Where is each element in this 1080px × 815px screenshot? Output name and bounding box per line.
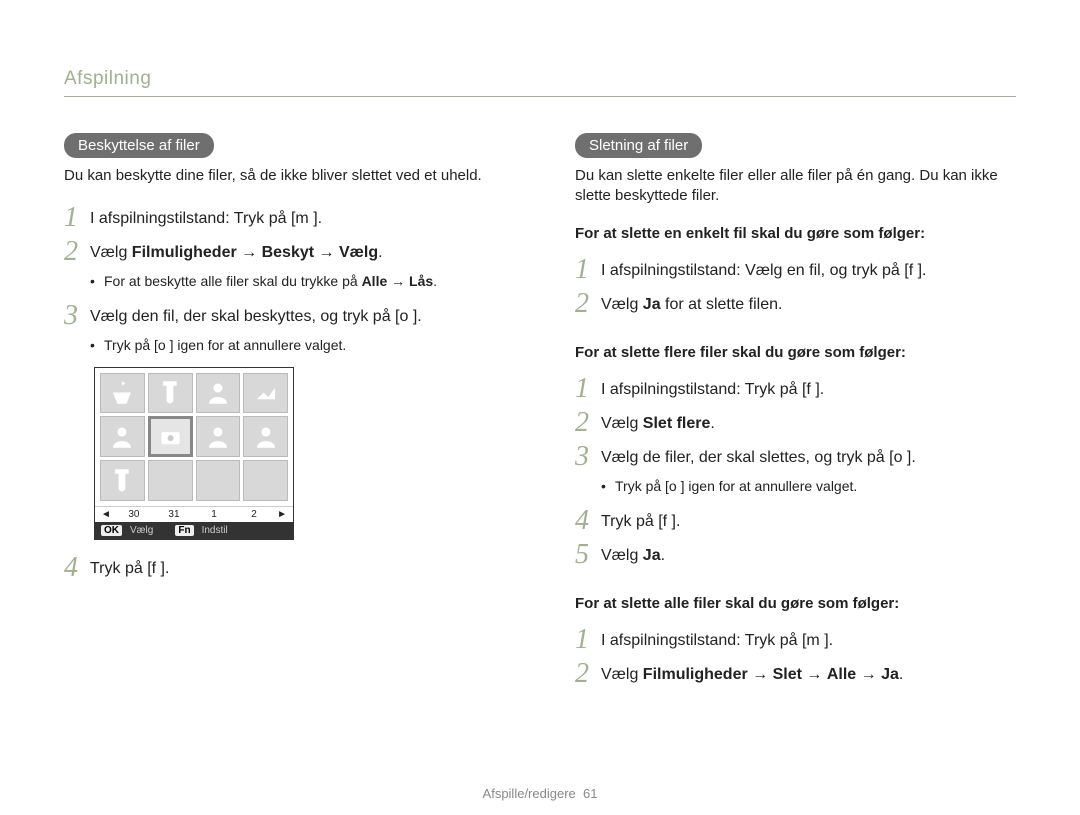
step-text: Vælg Ja. (601, 541, 665, 567)
right-b3-bullet: Tryk på [o ] igen for at annullere valge… (615, 477, 1016, 495)
step-number: 1 (575, 256, 601, 284)
step-number: 4 (575, 507, 601, 535)
ok-label: Vælg (130, 525, 153, 536)
thumb (196, 416, 241, 457)
nav-prev-icon: ◄ (101, 509, 111, 520)
step-number: 2 (575, 409, 601, 437)
step-text: Vælg Filmuligheder → Slet → Alle → Ja. (601, 660, 903, 686)
page-footer: Afspille/redigere 61 (0, 786, 1080, 801)
step-number: 1 (575, 375, 601, 403)
step-text: Tryk på [f ]. (601, 507, 680, 533)
right-b3: 3 Vælg de filer, der skal slettes, og tr… (575, 443, 1016, 471)
step-text: I afspilningstilstand: Tryk på [m ]. (601, 626, 833, 652)
step-text: Vælg de filer, der skal slettes, og tryk… (601, 443, 916, 469)
step-text: I afspilningstilstand: Tryk på [f ]. (601, 375, 824, 401)
thumb (243, 373, 288, 414)
thumb (243, 416, 288, 457)
date: 2 (237, 509, 271, 520)
step-text: Vælg Filmuligheder → Beskyt → Vælg. (90, 238, 383, 264)
nav-next-icon: ► (277, 509, 287, 520)
step-number: 2 (575, 290, 601, 318)
step-text: Tryk på [f ]. (90, 554, 169, 580)
fn-row: OK Vælg Fn Indstil (95, 522, 293, 539)
step-text: I afspilningstilstand: Vælg en fil, og t… (601, 256, 927, 282)
step-number: 1 (64, 204, 90, 232)
thumb (243, 460, 288, 501)
sub-delete-multiple: For at slette flere filer skal du gøre s… (575, 344, 1016, 361)
right-c1: 1 I afspilningstilstand: Tryk på [m ]. (575, 626, 1016, 654)
right-b1: 1 I afspilningstilstand: Tryk på [f ]. (575, 375, 1016, 403)
page-header: Afspilning (64, 68, 1016, 97)
right-c2: 2 Vælg Filmuligheder → Slet → Alle → Ja. (575, 660, 1016, 688)
step-number: 3 (575, 443, 601, 471)
step-number: 2 (64, 238, 90, 266)
fn-label: Indstil (202, 525, 228, 536)
left-step-3: 3 Vælg den fil, der skal beskyttes, og t… (64, 302, 505, 330)
thumb (100, 460, 145, 501)
left-column: Beskyttelse af filer Du kan beskytte din… (64, 133, 505, 694)
footer-page: 61 (583, 786, 597, 801)
protect-intro: Du kan beskytte dine filer, så de ikke b… (64, 166, 505, 186)
step-number: 3 (64, 302, 90, 330)
right-a2: 2 Vælg Ja for at slette filen. (575, 290, 1016, 318)
step-number: 2 (575, 660, 601, 688)
sub-delete-single: For at slette en enkelt fil skal du gøre… (575, 225, 1016, 242)
right-b4: 4 Tryk på [f ]. (575, 507, 1016, 535)
thumb (100, 416, 145, 457)
delete-intro: Du kan slette enkelte filer eller alle f… (575, 166, 1016, 207)
date: 30 (117, 509, 151, 520)
ok-key: OK (101, 525, 122, 536)
right-b2: 2 Vælg Slet flere. (575, 409, 1016, 437)
thumb (196, 373, 241, 414)
step-number: 5 (575, 541, 601, 569)
sub-delete-all: For at slette alle filer skal du gøre so… (575, 595, 1016, 612)
left-step-1: 1 I afspilningstilstand: Tryk på [m ]. (64, 204, 505, 232)
step-number: 4 (64, 554, 90, 582)
content-columns: Beskyttelse af filer Du kan beskytte din… (64, 133, 1016, 694)
delete-files-heading: Sletning af filer (575, 133, 702, 158)
left-step-3-bullet: Tryk på [o ] igen for at annullere valge… (104, 336, 505, 354)
right-b5: 5 Vælg Ja. (575, 541, 1016, 569)
step-number: 1 (575, 626, 601, 654)
step-text: I afspilningstilstand: Tryk på [m ]. (90, 204, 322, 230)
fn-key: Fn (175, 525, 193, 536)
step-text: Vælg Ja for at slette filen. (601, 290, 782, 316)
protect-files-heading: Beskyttelse af filer (64, 133, 214, 158)
right-column: Sletning af filer Du kan slette enkelte … (575, 133, 1016, 694)
left-step-2: 2 Vælg Filmuligheder → Beskyt → Vælg. (64, 238, 505, 266)
footer-section: Afspille/redigere (483, 786, 576, 801)
date: 31 (157, 509, 191, 520)
step-text: Vælg Slet flere. (601, 409, 715, 435)
right-a1: 1 I afspilningstilstand: Vælg en fil, og… (575, 256, 1016, 284)
left-step-4: 4 Tryk på [f ]. (64, 554, 505, 582)
date: 1 (197, 509, 231, 520)
thumb (148, 460, 193, 501)
left-step-2-bullet: For at beskytte alle filer skal du trykk… (104, 272, 505, 290)
thumb-grid (95, 368, 293, 506)
date-row: ◄ 30 31 1 2 ► (95, 506, 293, 522)
thumb (148, 373, 193, 414)
thumb (100, 373, 145, 414)
thumbnail-figure: ◄ 30 31 1 2 ► OK Vælg Fn Indstil (94, 367, 294, 540)
thumb-selected (148, 416, 193, 457)
thumb (196, 460, 241, 501)
step-text: Vælg den fil, der skal beskyttes, og try… (90, 302, 422, 328)
